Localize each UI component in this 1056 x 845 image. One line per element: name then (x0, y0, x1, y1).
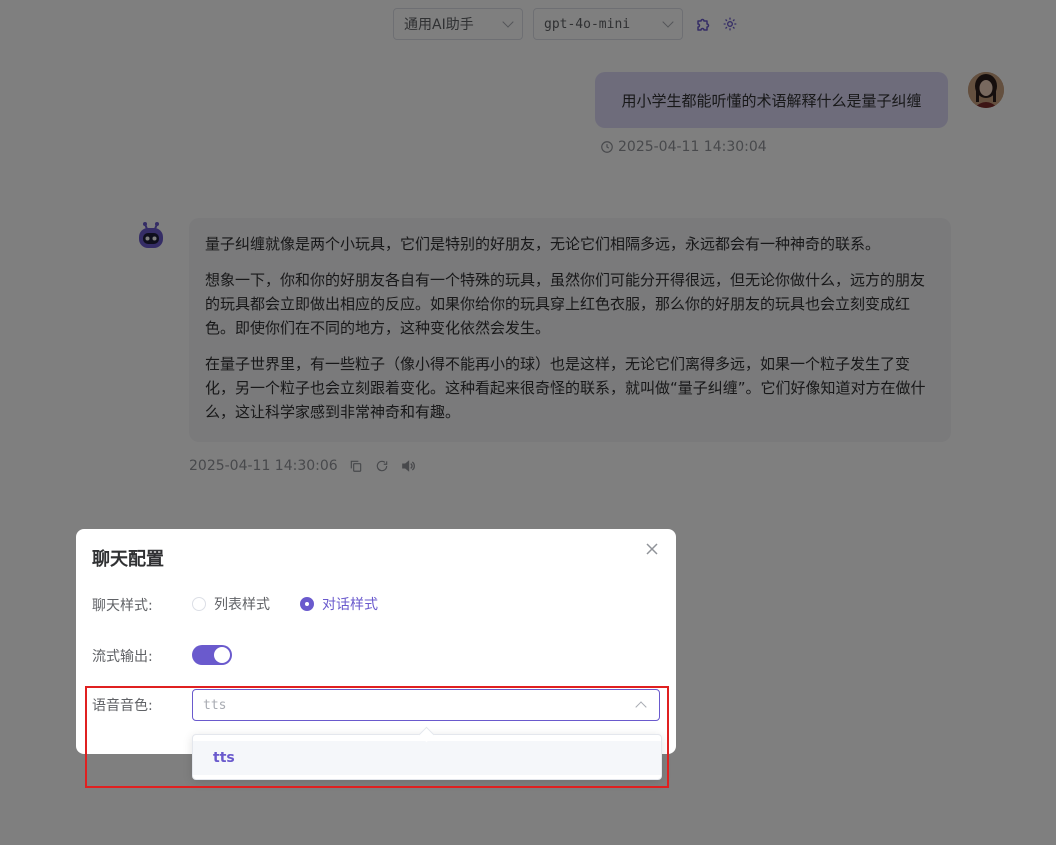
voice-label: 语音音色: (92, 698, 153, 714)
voice-dropdown: tts (192, 734, 662, 780)
dialog-title: 聊天配置 (92, 549, 164, 570)
radio-chat-style[interactable]: 对话样式 (300, 594, 378, 614)
chat-config-dialog: 聊天配置 聊天样式: 列表样式 对话样式 流式输出: 语音音色: tts (76, 529, 676, 754)
voice-select[interactable]: tts (192, 689, 660, 721)
toggle-knob (214, 647, 230, 663)
radio-label: 对话样式 (322, 597, 378, 613)
voice-select-placeholder: tts (203, 697, 227, 713)
radio-circle[interactable] (300, 597, 314, 611)
radio-circle[interactable] (192, 597, 206, 611)
radio-list-style[interactable]: 列表样式 (192, 594, 270, 614)
stream-output-label: 流式输出: (92, 649, 153, 665)
radio-label: 列表样式 (214, 597, 270, 613)
chat-style-label: 聊天样式: (92, 598, 153, 614)
close-icon[interactable] (645, 541, 659, 555)
stream-output-toggle[interactable] (192, 645, 232, 665)
voice-option-tts[interactable]: tts (193, 741, 661, 775)
chat-style-radio-group: 列表样式 对话样式 (192, 594, 408, 614)
chevron-up-icon (635, 701, 647, 713)
